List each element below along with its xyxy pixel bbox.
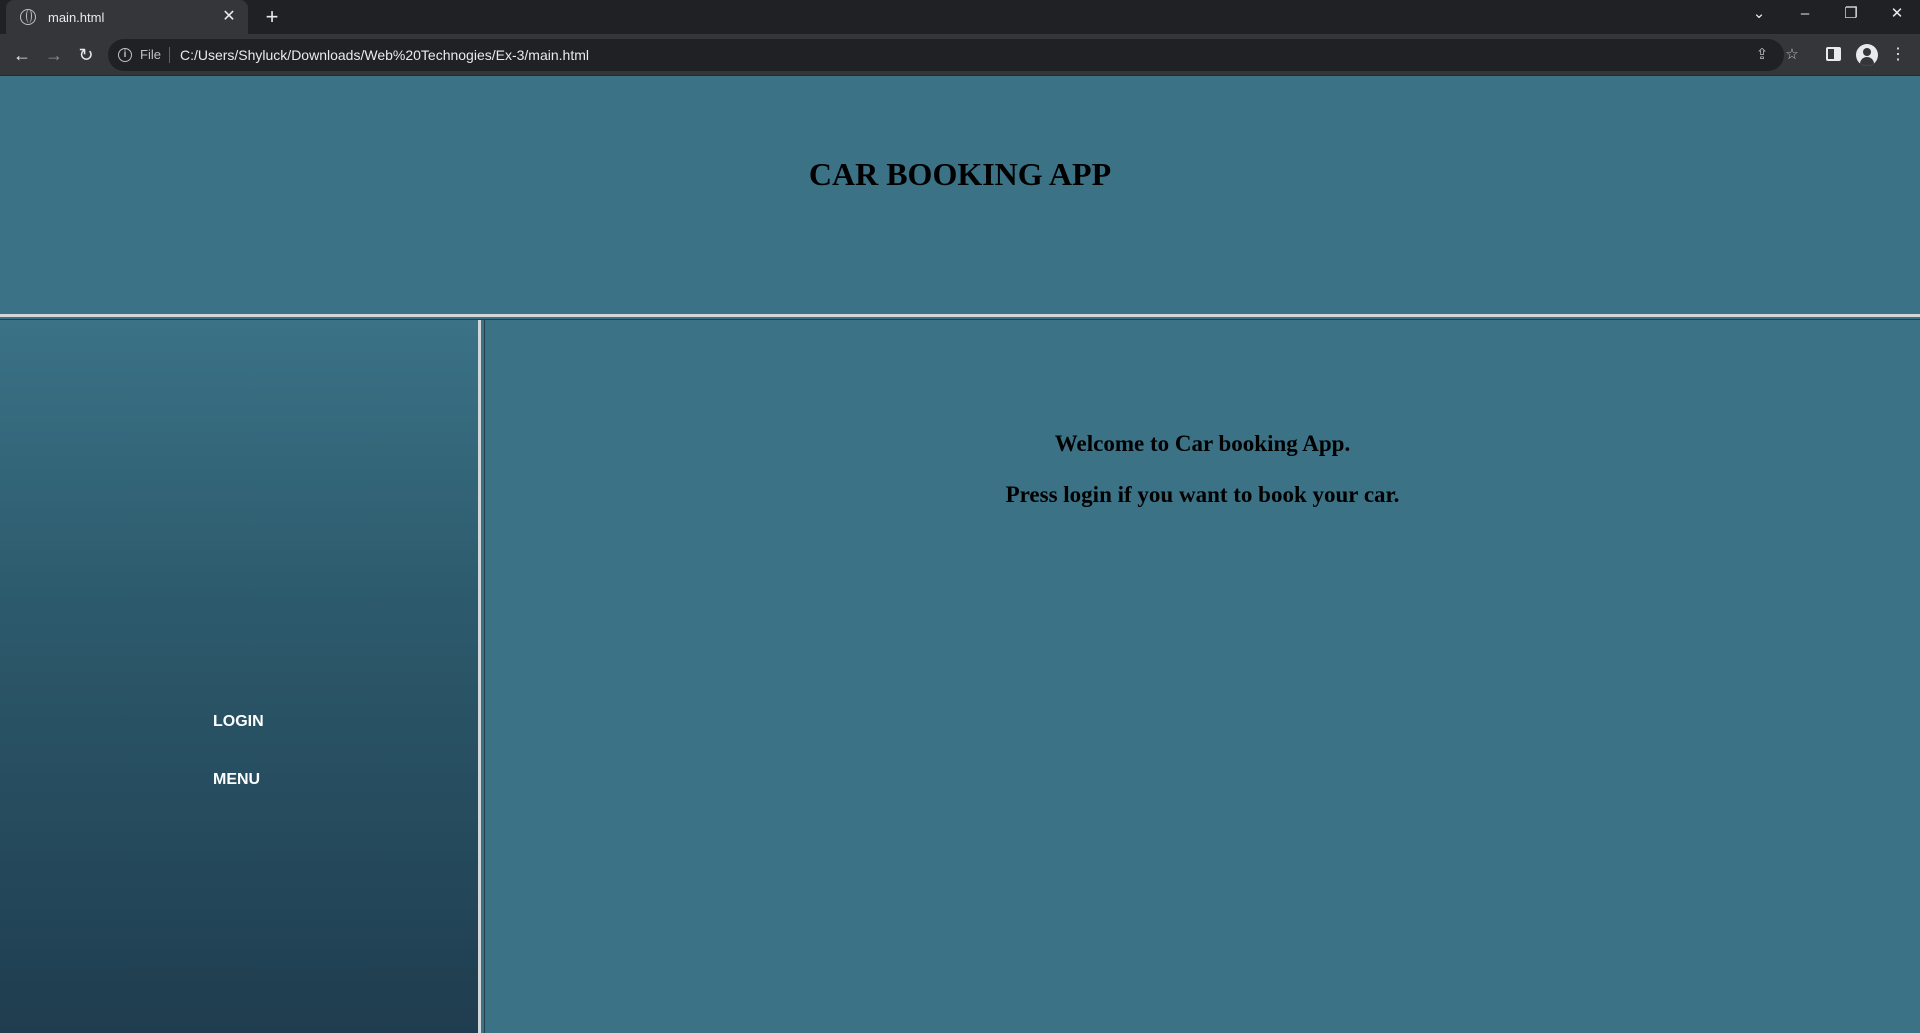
- tab-search-icon[interactable]: ⌄: [1736, 0, 1782, 30]
- profile-avatar-icon[interactable]: [1856, 44, 1878, 66]
- close-window-icon[interactable]: ✕: [1874, 0, 1920, 30]
- file-chip: File: [140, 47, 170, 63]
- more-menu-icon[interactable]: ⋮: [1884, 41, 1912, 69]
- sidebar-frame: LOGIN MENU: [0, 320, 478, 1033]
- tab-title: main.html: [48, 9, 105, 25]
- bookmark-star-icon[interactable]: ☆: [1778, 39, 1806, 71]
- login-instruction: Press login if you want to book your car…: [1005, 482, 1400, 507]
- info-icon[interactable]: i: [118, 48, 132, 62]
- share-icon[interactable]: ⇪: [1748, 39, 1776, 71]
- back-icon[interactable]: ←: [8, 41, 36, 69]
- browser-toolbar: ← → ↻ i File C:/Users/Shyluck/Downloads/…: [0, 34, 1920, 76]
- side-panel-icon[interactable]: [1826, 47, 1841, 61]
- url-text[interactable]: C:/Users/Shyluck/Downloads/Web%20Technog…: [180, 47, 589, 63]
- new-tab-button[interactable]: +: [260, 5, 284, 29]
- main-frame: Welcome to Car booking App. Press login …: [485, 320, 1920, 1033]
- reload-icon[interactable]: ↻: [72, 41, 100, 69]
- header-frame: CAR BOOKING APP: [0, 76, 1920, 314]
- welcome-message: Welcome to Car booking App.: [1054, 431, 1351, 456]
- close-tab-icon[interactable]: ✕: [220, 8, 238, 26]
- vertical-frame-divider[interactable]: [478, 320, 485, 1033]
- browser-tab[interactable]: main.html ✕: [6, 0, 248, 34]
- page-viewport: CAR BOOKING APP LOGIN MENU Welcome to Ca…: [0, 76, 1920, 1033]
- restore-icon[interactable]: ❐: [1828, 0, 1874, 30]
- login-link[interactable]: LOGIN: [213, 713, 264, 731]
- menu-link[interactable]: MENU: [213, 771, 260, 789]
- globe-icon: [20, 9, 36, 25]
- page-title: CAR BOOKING APP: [808, 156, 1112, 192]
- minimize-icon[interactable]: –: [1782, 0, 1828, 30]
- browser-tab-strip: main.html ✕ + ⌄ – ❐ ✕: [0, 0, 1920, 34]
- address-bar[interactable]: i File C:/Users/Shyluck/Downloads/Web%20…: [108, 39, 1799, 71]
- forward-icon[interactable]: →: [40, 41, 68, 69]
